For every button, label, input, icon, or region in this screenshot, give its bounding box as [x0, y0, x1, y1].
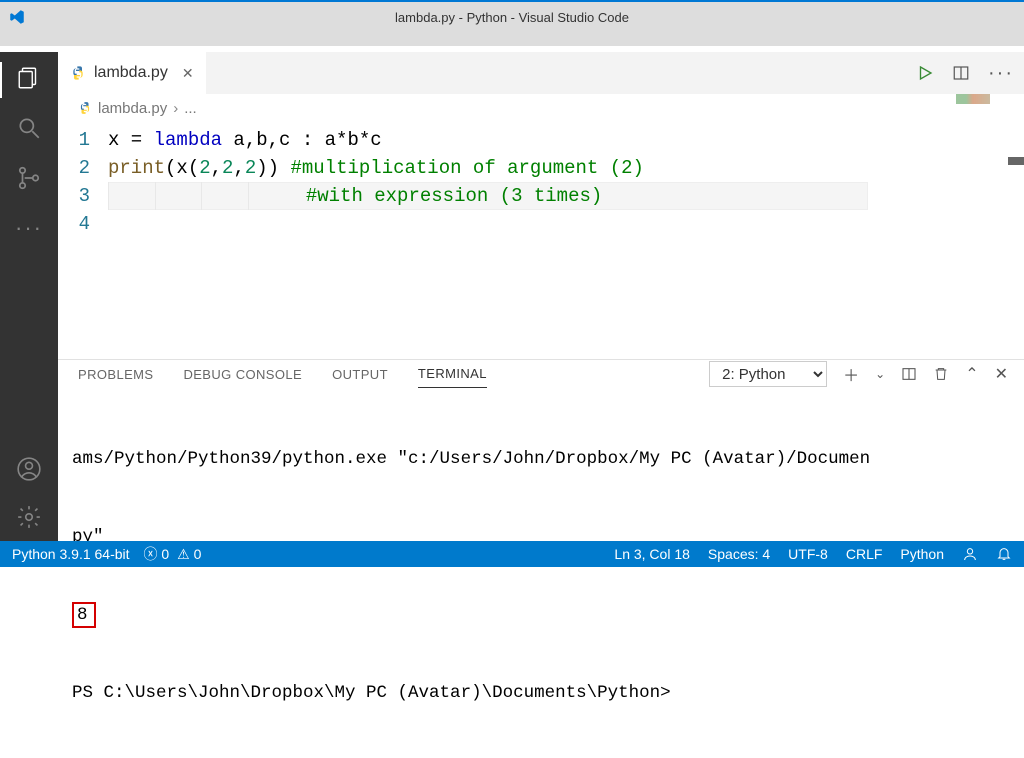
settings-gear-icon[interactable]	[15, 503, 43, 531]
activity-bar: ···	[0, 52, 58, 541]
new-terminal-icon[interactable]: ＋	[843, 362, 859, 386]
feedback-icon[interactable]	[962, 546, 978, 562]
code-line: 3 #with expression (3 times)	[58, 182, 1024, 210]
panel-tab-bar: PROBLEMS DEBUG CONSOLE OUTPUT TERMINAL 2…	[58, 360, 1024, 388]
code-line: 4	[58, 210, 1024, 238]
menu-bar	[0, 26, 1024, 46]
breadcrumb-file: lambda.py	[98, 100, 167, 117]
tab-strip: lambda.py ✕ ···	[58, 52, 1024, 94]
minimap-icon	[956, 94, 990, 104]
terminal-output[interactable]: ams/Python/Python39/python.exe "c:/Users…	[58, 388, 1024, 758]
close-tab-icon[interactable]: ✕	[182, 65, 194, 82]
editor-actions: ···	[916, 62, 1014, 85]
code-line: 2print(x(2,2,2)) #multiplication of argu…	[58, 154, 1024, 182]
highlighted-output: 8	[72, 602, 96, 628]
status-problems[interactable]: ⓧ 0 ⚠ 0	[144, 544, 202, 564]
terminal-line: ams/Python/Python39/python.exe "c:/Users…	[72, 446, 1010, 472]
status-language-mode[interactable]: Python	[900, 546, 944, 562]
python-file-icon	[78, 101, 92, 115]
maximize-panel-icon[interactable]: ⌃	[965, 364, 978, 384]
line-number: 4	[58, 210, 108, 238]
window-title: lambda.py - Python - Visual Studio Code	[395, 10, 629, 25]
run-icon[interactable]	[916, 64, 934, 82]
line-number: 1	[58, 126, 108, 154]
error-icon: ⓧ	[144, 546, 158, 562]
python-file-icon	[70, 65, 86, 81]
split-terminal-icon[interactable]	[901, 366, 917, 382]
trash-icon[interactable]	[933, 366, 949, 382]
code-line: 1x = lambda a,b,c : a*b*c	[58, 126, 1024, 154]
overview-ruler-mark	[1008, 157, 1024, 165]
terminal-output-line: 8	[72, 602, 1010, 628]
search-icon[interactable]	[15, 114, 43, 142]
dropdown-more-icon[interactable]: ⌄	[875, 367, 885, 381]
panel-tab-output[interactable]: OUTPUT	[332, 361, 388, 388]
code-content: x = lambda a,b,c : a*b*c	[108, 126, 382, 154]
status-cursor-position[interactable]: Ln 3, Col 18	[614, 546, 690, 562]
activity-bar-active-marker	[0, 62, 2, 98]
split-editor-icon[interactable]	[952, 64, 970, 82]
vscode-logo-icon	[8, 8, 26, 26]
line-number: 2	[58, 154, 108, 182]
account-icon[interactable]	[15, 455, 43, 483]
chevron-right-icon: ›	[173, 100, 178, 117]
panel-tab-debug-console[interactable]: DEBUG CONSOLE	[183, 361, 302, 388]
status-eol[interactable]: CRLF	[846, 546, 883, 562]
editor-area: lambda.py ✕ ··· lambda.py › ...	[58, 52, 1024, 541]
main-area: ··· lambda.py ✕	[0, 52, 1024, 541]
bottom-panel: PROBLEMS DEBUG CONSOLE OUTPUT TERMINAL 2…	[58, 359, 1024, 541]
line-number: 3	[58, 182, 108, 210]
more-actions-icon[interactable]: ···	[988, 62, 1014, 85]
tab-file-name: lambda.py	[94, 64, 168, 82]
more-icon[interactable]: ···	[15, 214, 43, 242]
code-content: print(x(2,2,2)) #multiplication of argum…	[108, 154, 644, 182]
notifications-bell-icon[interactable]	[996, 546, 1012, 562]
explorer-icon[interactable]	[15, 64, 43, 92]
status-python-interpreter[interactable]: Python 3.9.1 64-bit	[12, 546, 130, 562]
code-editor[interactable]: 1x = lambda a,b,c : a*b*c2print(x(2,2,2)…	[58, 122, 1024, 359]
panel-tab-problems[interactable]: PROBLEMS	[78, 361, 153, 388]
status-indentation[interactable]: Spaces: 4	[708, 546, 770, 562]
warning-icon: ⚠	[177, 546, 190, 562]
status-bar: Python 3.9.1 64-bit ⓧ 0 ⚠ 0 Ln 3, Col 18…	[0, 541, 1024, 567]
panel-tab-terminal[interactable]: TERMINAL	[418, 360, 487, 388]
close-panel-icon[interactable]: ✕	[995, 364, 1008, 384]
breadcrumb-continuation: ...	[184, 100, 197, 117]
status-encoding[interactable]: UTF-8	[788, 546, 828, 562]
terminal-select[interactable]: 2: Python	[709, 361, 827, 387]
tab-lambda-py[interactable]: lambda.py ✕	[58, 52, 206, 94]
terminal-prompt: PS C:\Users\John\Dropbox\My PC (Avatar)\…	[72, 680, 1010, 706]
code-content: #with expression (3 times)	[108, 182, 868, 210]
source-control-icon[interactable]	[15, 164, 43, 192]
breadcrumb[interactable]: lambda.py › ...	[58, 94, 1024, 122]
